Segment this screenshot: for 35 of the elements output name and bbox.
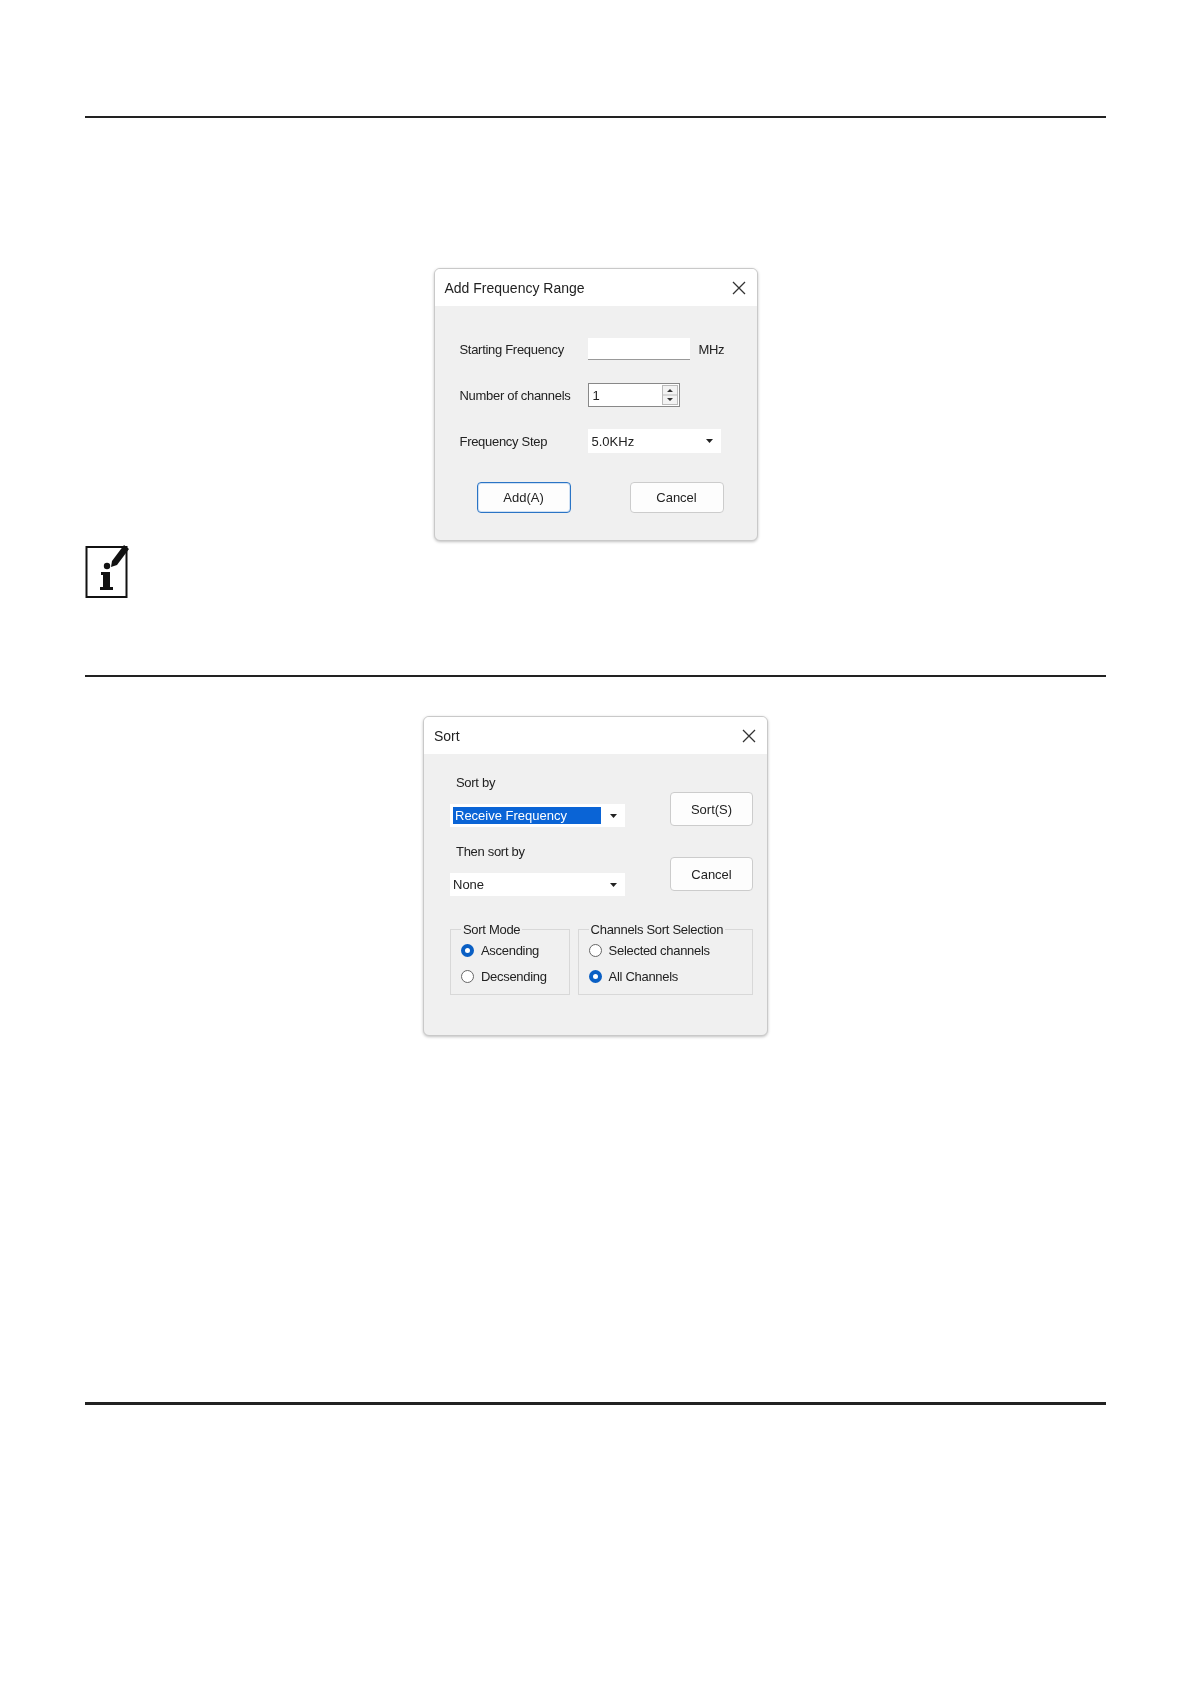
- radio-icon[interactable]: [588, 944, 602, 957]
- group-title: Sort Mode: [462, 922, 522, 937]
- dialog-button[interactable]: Add(A): [476, 482, 571, 513]
- radio-icon[interactable]: [461, 944, 474, 957]
- caret-icon: [610, 813, 617, 818]
- window-title: Add Frequency Range: [444, 279, 585, 296]
- dropdown[interactable]: 5.0KHz: [587, 429, 721, 453]
- radio-icon[interactable]: [588, 970, 602, 983]
- dropdown-value: None: [453, 877, 485, 892]
- spin-field[interactable]: 1: [587, 383, 680, 407]
- caret-icon: [705, 439, 713, 443]
- dropdown-value: Receive Frequency: [453, 807, 601, 824]
- field-label: Number of channels: [459, 387, 572, 403]
- radio-option[interactable]: Decsending: [461, 969, 561, 984]
- close-icon[interactable]: [731, 280, 746, 295]
- dropdown[interactable]: Receive Frequency: [450, 804, 625, 827]
- spin-arrows-icon[interactable]: [661, 385, 678, 405]
- dropdown[interactable]: None: [450, 873, 625, 896]
- field-label: Frequency Step: [459, 433, 549, 449]
- dialog-button[interactable]: Sort(S): [670, 792, 753, 826]
- unit-label: MHz: [698, 341, 725, 357]
- group-title: Channels Sort Selection: [589, 922, 725, 937]
- close-icon[interactable]: [742, 728, 756, 743]
- radio-option[interactable]: All Channels: [588, 969, 744, 984]
- radio-icon[interactable]: [461, 970, 474, 983]
- dialog-button[interactable]: Cancel: [629, 482, 724, 513]
- field-label: Starting Frequency: [459, 341, 565, 357]
- input-field[interactable]: [587, 338, 690, 360]
- field-label: Sort by: [456, 775, 497, 790]
- radio-option[interactable]: Selected channels: [588, 943, 744, 958]
- dialog-button[interactable]: Cancel: [670, 857, 753, 891]
- field-label: Then sort by: [456, 844, 526, 859]
- radio-option[interactable]: Ascending: [461, 943, 561, 958]
- caret-icon: [610, 882, 617, 887]
- window-title: Sort: [434, 727, 460, 744]
